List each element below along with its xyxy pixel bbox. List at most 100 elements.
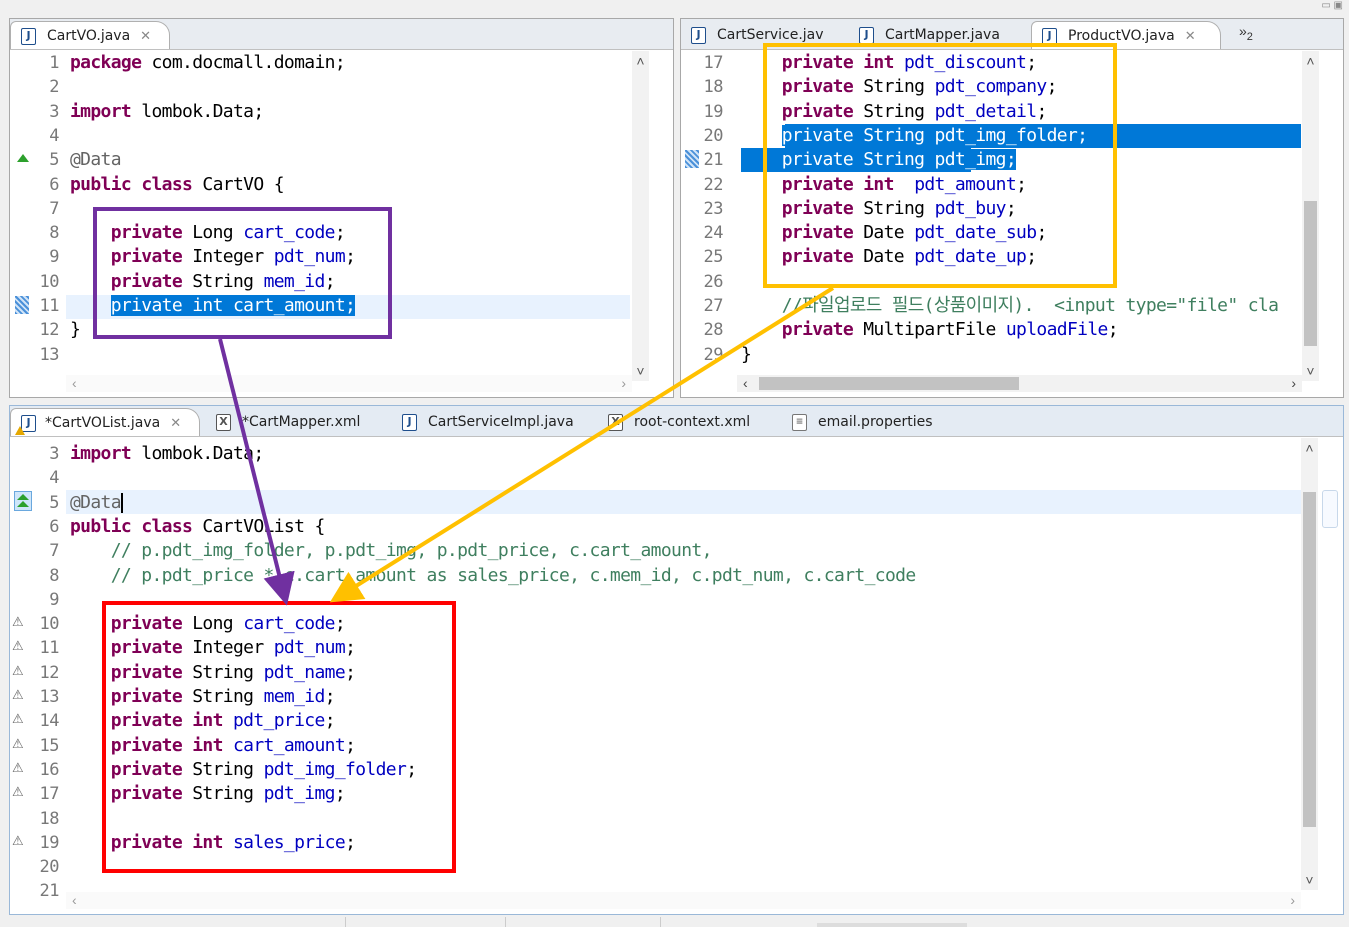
line-number: 21 [703,150,724,171]
line-number: 8 [49,223,59,244]
java-file-icon: J [402,414,417,431]
horizontal-scrollbar[interactable]: ‹ › [66,892,1301,909]
line-number: 6 [49,516,59,537]
warning-icon[interactable]: ⚠ [12,761,24,776]
scroll-left-icon[interactable]: ‹ [72,892,77,908]
scroll-thumb[interactable] [759,377,1019,390]
java-file-icon: J [15,415,36,435]
line-number: 23 [703,198,724,219]
scroll-right-icon[interactable]: › [1291,375,1296,391]
bookmark-icon [685,150,699,168]
line-number: 1 [49,53,59,73]
line-number: 19 [703,101,724,122]
scroll-right-icon[interactable]: › [1290,892,1295,908]
code-token: @Data [70,149,122,171]
tab-label: *CartVOList.java [45,415,161,431]
line-number: 24 [703,223,724,244]
line-number: 6 [49,174,59,195]
code-line: // p.pdt_img_folder, p.pdt_img, p.pdt_pr… [70,539,713,563]
code-line: @Data [70,491,123,515]
close-icon[interactable]: ✕ [1185,23,1196,51]
line-number: 26 [703,271,724,292]
horizontal-scrollbar[interactable]: ‹ › [66,375,632,392]
tab-cartvolist[interactable]: J *CartVOList.java ✕ [10,408,200,436]
text-cursor [120,492,123,513]
warning-icon[interactable]: ⚠ [12,639,24,654]
warning-icon[interactable]: ⚠ [12,785,24,800]
line-number: 11 [39,638,60,659]
warning-icon[interactable]: ⚠ [12,737,24,752]
warning-icon[interactable]: ⚠ [12,712,24,727]
tab-label: CartVO.java [47,28,131,44]
line-number: 5 [49,150,59,171]
vertical-scrollbar[interactable]: ˄ ˅ [1301,438,1318,890]
line-number: 7 [49,198,59,219]
tab-email-properties[interactable]: ≡ email.properties [782,408,962,436]
line-number: 10 [39,614,60,635]
line-number: 18 [39,808,60,829]
tab-label: CartMapper.java [885,27,1000,43]
warning-icon[interactable]: ⚠ [12,688,24,703]
code-token: package [70,52,142,73]
code-token: import [70,100,132,122]
line-number: 5 [49,492,59,513]
vertical-scrollbar[interactable]: ˄ ˅ [1302,51,1319,381]
line-number: 29 [703,344,724,365]
code-line: public class CartVOList { [70,515,325,539]
line-number-gutter: 1 2 3 4 5 6 7 8 9 10 11 12 13 [10,51,65,381]
scroll-up-icon[interactable]: ˄ [632,53,649,69]
line-number: 4 [49,125,59,146]
tab-label: ProductVO.java [1068,28,1175,44]
warning-icon[interactable]: ⚠ [12,615,24,630]
tab-cartmapper-xml[interactable]: X *CartMapper.xml [206,408,391,436]
scroll-thumb[interactable] [1303,492,1316,827]
code-line: //파일업로드 필드(상품이미지). <input type="file" cl… [741,294,1279,318]
tab-label: *CartMapper.xml [242,414,361,430]
tab-root-context[interactable]: X root-context.xml [598,408,783,436]
close-icon[interactable]: ✕ [140,23,151,51]
line-number: 7 [49,541,59,562]
warning-icon[interactable]: ⚠ [12,834,24,849]
scroll-thumb[interactable] [1304,201,1317,346]
scroll-up-icon[interactable]: ˄ [1301,440,1318,456]
scroll-left-icon[interactable]: ‹ [72,375,77,391]
scroll-down-icon[interactable]: ˅ [632,363,649,379]
warning-icon[interactable]: ⚠ [12,664,24,679]
java-file-icon: J [691,27,706,44]
scroll-up-icon[interactable]: ˄ [1302,53,1319,69]
override-marker-icon [17,154,29,162]
yellow-highlight-box [763,43,1117,288]
line-number: 3 [49,101,59,122]
xml-file-icon: X [216,414,231,431]
chevron-right-icon: » [1239,23,1247,39]
scroll-right-icon[interactable]: › [621,375,626,391]
line-number: 20 [703,125,724,146]
tab-cartvo[interactable]: J CartVO.java ✕ [10,21,170,49]
window-controls[interactable]: ▭ ▣ [1321,0,1343,11]
tab-overflow-button[interactable]: »2 [1239,23,1253,43]
code-token: class [141,173,193,195]
code-token: import [70,443,132,464]
code-token: public [70,515,132,537]
code-line: } [741,343,752,367]
code-line: // p.pdt_price * c.cart_amount as sales_… [70,564,916,588]
override-marker-icon [14,491,32,511]
line-number: 2 [49,77,59,98]
tab-cartserviceimpl[interactable]: J CartServiceImpl.java [392,408,597,436]
code-line: private MultipartFile uploadFile; [741,318,1119,342]
line-number: 17 [39,784,60,805]
code-token: lombok.Data; [131,443,264,464]
line-number-gutter: 17 18 19 20 21 22 23 24 25 26 27 28 29 [681,51,725,381]
scroll-down-icon[interactable]: ˅ [1302,363,1319,379]
code-token: com.docmall.domain; [141,52,346,73]
close-icon[interactable]: ✕ [170,410,181,438]
scroll-down-icon[interactable]: ˅ [1301,872,1318,888]
code-line: } [70,318,81,342]
red-highlight-box [102,601,456,873]
vertical-scrollbar[interactable]: ˄ ˅ [632,51,649,381]
scroll-left-icon[interactable]: ‹ [743,375,748,391]
horizontal-scrollbar[interactable]: ‹ › [737,375,1302,392]
